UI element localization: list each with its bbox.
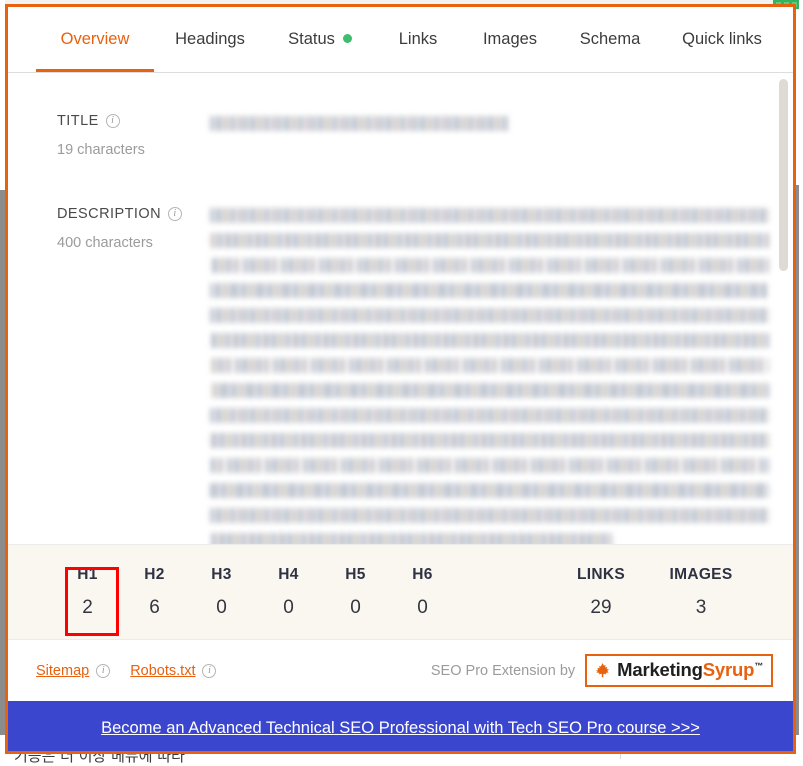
robots-info-icon[interactable]: i [202, 664, 216, 678]
description-section: DESCRIPTION i 400 characters [8, 206, 793, 544]
promo-banner[interactable]: Become an Advanced Technical SEO Profess… [8, 701, 793, 754]
maple-leaf-icon [594, 662, 611, 679]
sitemap-link[interactable]: Sitemap [36, 663, 89, 679]
tab-status-label: Status [288, 30, 335, 49]
title-character-count: 19 characters [57, 142, 210, 158]
redacted-text-line [210, 116, 510, 131]
stat-h6-key: H6 [389, 566, 456, 584]
sitemap-link-wrap: Sitemap i [36, 663, 110, 679]
stat-links-key: LINKS [551, 566, 651, 584]
redacted-text-line [210, 483, 769, 498]
title-value-redacted [210, 113, 769, 158]
redacted-text-line [210, 258, 769, 273]
tab-overview-label: Overview [61, 30, 130, 49]
brand-word-marketing: Marketing [617, 659, 703, 680]
robots-txt-link[interactable]: Robots.txt [130, 663, 195, 679]
title-info-icon[interactable]: i [106, 114, 120, 128]
tab-schema[interactable]: Schema [558, 7, 662, 72]
stat-h5[interactable]: H5 0 [322, 566, 389, 619]
brand-wordmark: MarketingSyrup™ [617, 659, 763, 681]
redacted-text-line [210, 433, 769, 448]
tab-quick-links-label: Quick links [682, 30, 762, 49]
brand-trademark: ™ [754, 661, 763, 671]
tab-overview[interactable]: Overview [36, 7, 154, 72]
stat-h4[interactable]: H4 0 [255, 566, 322, 619]
tab-schema-label: Schema [580, 30, 641, 49]
stat-images-key: IMAGES [651, 566, 751, 584]
stat-h2[interactable]: H2 6 [121, 566, 188, 619]
footer-link-group: Sitemap i Robots.txt i [36, 663, 216, 679]
tab-links[interactable]: Links [374, 7, 462, 72]
stat-images-value: 3 [651, 597, 751, 619]
stat-h4-value: 0 [255, 597, 322, 619]
redacted-text-line [210, 533, 612, 544]
stat-h2-value: 6 [121, 597, 188, 619]
description-label: DESCRIPTION [57, 206, 161, 222]
robots-link-wrap: Robots.txt i [130, 663, 216, 679]
sitemap-info-icon[interactable]: i [96, 664, 110, 678]
description-character-count: 400 characters [57, 235, 210, 251]
stat-h6-value: 0 [389, 597, 456, 619]
stat-h3-value: 0 [188, 597, 255, 619]
content-scrollbar-thumb[interactable] [779, 79, 788, 271]
redacted-text-line [210, 408, 769, 423]
redacted-text-line [210, 508, 769, 523]
description-meta: DESCRIPTION i 400 characters [32, 206, 210, 544]
stat-h5-key: H5 [322, 566, 389, 584]
title-label-row: TITLE i [57, 113, 210, 129]
stat-images[interactable]: IMAGES 3 [651, 566, 751, 619]
tab-images-label: Images [483, 30, 537, 49]
stat-h1[interactable]: H1 2 [54, 566, 121, 619]
overview-content-area: TITLE i 19 characters DESCRIPTION i 400 … [8, 73, 793, 544]
stat-h1-value: 2 [54, 597, 121, 619]
brand-word-syrup: Syrup [703, 659, 754, 680]
heading-counts-group: H1 2 H2 6 H3 0 H4 0 H5 0 H6 0 [8, 566, 456, 619]
description-info-icon[interactable]: i [168, 207, 182, 221]
section-spacer [8, 158, 793, 172]
tab-status[interactable]: Status [266, 7, 374, 72]
title-meta: TITLE i 19 characters [32, 113, 210, 158]
redacted-text-line [210, 308, 769, 323]
tab-list: Overview Headings Status Links Images Sc… [8, 7, 793, 72]
seo-pro-extension-popup: Overview Headings Status Links Images Sc… [5, 4, 796, 754]
stat-h4-key: H4 [255, 566, 322, 584]
redacted-text-line [210, 283, 769, 298]
totals-group: LINKS 29 IMAGES 3 [551, 566, 793, 619]
title-section: TITLE i 19 characters [8, 113, 793, 158]
description-label-row: DESCRIPTION i [57, 206, 210, 222]
tab-quick-links[interactable]: Quick links [662, 7, 782, 72]
description-value-redacted [210, 206, 769, 544]
tab-images[interactable]: Images [462, 7, 558, 72]
redacted-text-line [210, 333, 769, 348]
redacted-text-line [210, 458, 769, 473]
stat-h3[interactable]: H3 0 [188, 566, 255, 619]
stats-summary-bar: H1 2 H2 6 H3 0 H4 0 H5 0 H6 0 [8, 544, 793, 639]
redacted-text-line [210, 208, 769, 223]
content-scrollbar[interactable] [778, 73, 791, 544]
stat-h3-key: H3 [188, 566, 255, 584]
stat-h6[interactable]: H6 0 [389, 566, 456, 619]
tab-bar: Overview Headings Status Links Images Sc… [8, 7, 793, 73]
stat-h5-value: 0 [322, 597, 389, 619]
redacted-text-line [210, 383, 769, 398]
stat-h1-key: H1 [54, 566, 121, 584]
stat-links-value: 29 [551, 597, 651, 619]
stat-h2-key: H2 [121, 566, 188, 584]
status-ok-dot-icon [343, 34, 352, 43]
marketing-syrup-logo[interactable]: MarketingSyrup™ [585, 654, 773, 687]
brand-attribution: SEO Pro Extension by MarketingSyrup™ [431, 654, 773, 687]
tab-links-label: Links [399, 30, 438, 49]
stat-links[interactable]: LINKS 29 [551, 566, 651, 619]
tab-headings[interactable]: Headings [154, 7, 266, 72]
attribution-text: SEO Pro Extension by [431, 663, 575, 679]
promo-banner-link[interactable]: Become an Advanced Technical SEO Profess… [101, 719, 700, 738]
title-label: TITLE [57, 113, 99, 129]
popup-footer: Sitemap i Robots.txt i SEO Pro Extension… [8, 639, 793, 701]
redacted-text-line [210, 358, 769, 373]
redacted-text-line [210, 233, 769, 248]
tab-headings-label: Headings [175, 30, 245, 49]
